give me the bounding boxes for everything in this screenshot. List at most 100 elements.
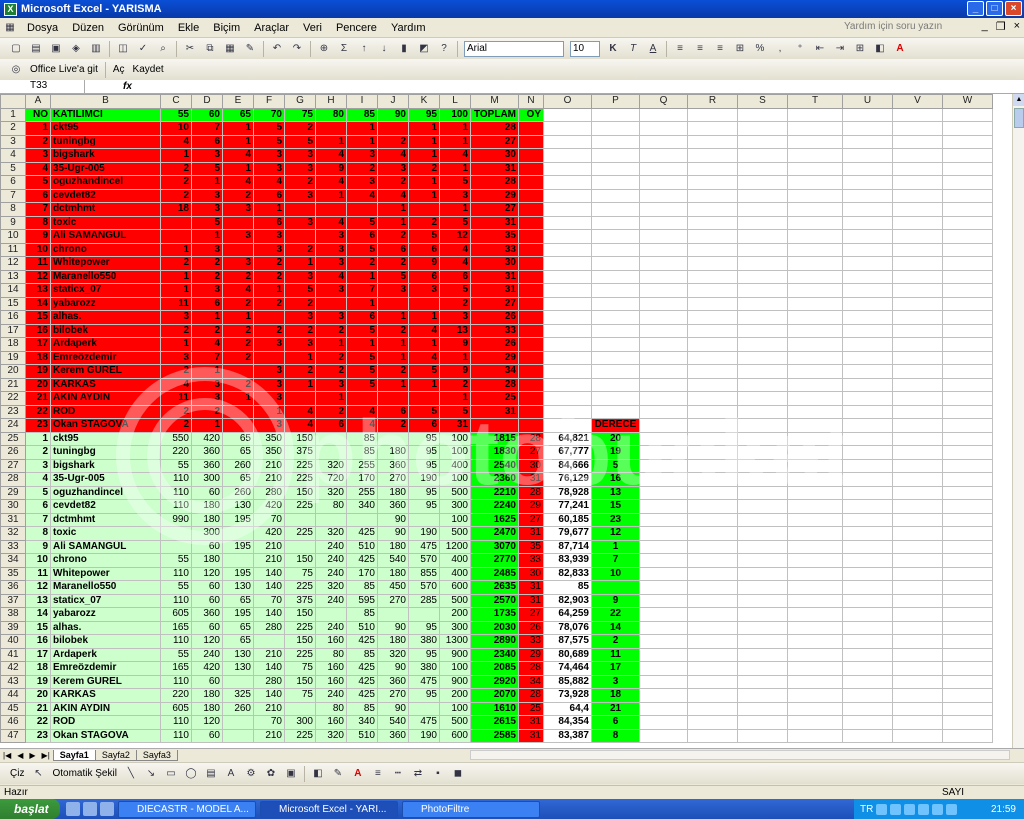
- cell[interactable]: [842, 472, 893, 487]
- cell[interactable]: [518, 337, 544, 352]
- cell[interactable]: 3: [284, 269, 316, 284]
- cell[interactable]: 85: [346, 431, 378, 446]
- cell[interactable]: 20: [591, 431, 640, 446]
- column-header[interactable]: I: [346, 94, 378, 109]
- cell[interactable]: 350: [253, 445, 285, 460]
- cell[interactable]: 5: [346, 215, 378, 230]
- cell[interactable]: [737, 472, 788, 487]
- cell[interactable]: [687, 323, 738, 338]
- row-header[interactable]: 4: [0, 148, 26, 163]
- cell[interactable]: 210: [253, 472, 285, 487]
- cell[interactable]: [591, 364, 640, 379]
- cell[interactable]: [687, 296, 738, 311]
- cell[interactable]: [737, 134, 788, 149]
- cell[interactable]: 210: [253, 701, 285, 716]
- menu-veri[interactable]: Veri: [296, 22, 329, 34]
- cell[interactable]: 31: [518, 526, 544, 541]
- cell[interactable]: 1: [315, 134, 347, 149]
- cell[interactable]: 85: [346, 647, 378, 662]
- cell[interactable]: cevdet82: [50, 188, 161, 203]
- cell[interactable]: 80: [315, 647, 347, 662]
- cell[interactable]: 4: [377, 148, 409, 163]
- cell[interactable]: [787, 485, 843, 500]
- cell[interactable]: 1: [377, 310, 409, 325]
- cell[interactable]: 33: [470, 242, 519, 257]
- cell[interactable]: 3: [191, 188, 223, 203]
- cell[interactable]: [842, 283, 893, 298]
- cell[interactable]: 9: [439, 337, 471, 352]
- cell[interactable]: [737, 593, 788, 608]
- cell[interactable]: 140: [253, 607, 285, 622]
- cell[interactable]: 1: [160, 283, 192, 298]
- cell[interactable]: [842, 715, 893, 730]
- cell[interactable]: 35: [518, 539, 544, 554]
- cell[interactable]: [787, 593, 843, 608]
- cell[interactable]: [842, 674, 893, 689]
- cell[interactable]: [639, 161, 688, 176]
- cell[interactable]: [942, 188, 993, 203]
- cell[interactable]: 60: [191, 674, 223, 689]
- cell[interactable]: [639, 148, 688, 163]
- cell[interactable]: [787, 310, 843, 325]
- cell[interactable]: 4: [253, 175, 285, 190]
- row-header[interactable]: 1: [0, 107, 26, 122]
- first-sheet-icon[interactable]: |◀: [3, 751, 11, 760]
- cell[interactable]: 4: [439, 256, 471, 271]
- row-header[interactable]: 32: [0, 526, 26, 541]
- cell[interactable]: [892, 445, 943, 460]
- cell[interactable]: 5: [253, 134, 285, 149]
- cell[interactable]: DERECE: [591, 418, 640, 433]
- cell[interactable]: 1: [408, 188, 440, 203]
- cell[interactable]: 220: [160, 445, 192, 460]
- cell[interactable]: [543, 161, 592, 176]
- cell[interactable]: 420: [253, 499, 285, 514]
- cell[interactable]: [687, 134, 738, 149]
- cell[interactable]: ckt95: [50, 121, 161, 136]
- cell[interactable]: Emreözdemir: [50, 350, 161, 365]
- cell[interactable]: 100: [439, 661, 471, 676]
- cell[interactable]: 78,928: [543, 485, 592, 500]
- cell[interactable]: 27: [470, 134, 519, 149]
- cell[interactable]: [591, 404, 640, 419]
- cell[interactable]: 2: [346, 256, 378, 271]
- cell[interactable]: 200: [439, 688, 471, 703]
- cell[interactable]: 11: [25, 566, 51, 581]
- cell[interactable]: 20: [25, 377, 51, 392]
- cell[interactable]: [842, 364, 893, 379]
- cell[interactable]: [408, 607, 440, 622]
- cell[interactable]: 5: [591, 458, 640, 473]
- cell[interactable]: [737, 715, 788, 730]
- cell[interactable]: 210: [253, 728, 285, 743]
- row-header[interactable]: 30: [0, 499, 26, 514]
- cell[interactable]: 1: [222, 121, 254, 136]
- cell[interactable]: 400: [439, 553, 471, 568]
- column-header[interactable]: K: [408, 94, 440, 109]
- cell[interactable]: 140: [253, 661, 285, 676]
- cell[interactable]: 425: [346, 688, 378, 703]
- cell[interactable]: [842, 620, 893, 635]
- cell[interactable]: [787, 647, 843, 662]
- cell[interactable]: 360: [377, 499, 409, 514]
- cell[interactable]: 2: [284, 323, 316, 338]
- cell[interactable]: oguzhandincel: [50, 485, 161, 500]
- cell[interactable]: OY: [518, 107, 544, 122]
- wordart-icon[interactable]: A: [223, 767, 239, 781]
- task-excel[interactable]: Microsoft Excel - YARI...: [260, 800, 398, 818]
- cell[interactable]: 60: [191, 107, 223, 122]
- spreadsheet-grid[interactable]: ABCDEFGHIJKLMNOPQRSTUVW 1 NO KATILIMCI 55 60…: [0, 94, 1012, 748]
- cell[interactable]: Kerem GÜREL: [50, 364, 161, 379]
- cell[interactable]: [687, 148, 738, 163]
- cell[interactable]: Okan STAGOVA: [50, 418, 161, 433]
- cell[interactable]: [737, 607, 788, 622]
- cell[interactable]: [942, 134, 993, 149]
- cell[interactable]: 500: [439, 593, 471, 608]
- undo-icon[interactable]: ↶: [269, 42, 285, 56]
- cell[interactable]: 6: [315, 418, 347, 433]
- cell[interactable]: [892, 269, 943, 284]
- cell[interactable]: [315, 445, 347, 460]
- cell[interactable]: 2: [222, 377, 254, 392]
- cell[interactable]: 375: [284, 445, 316, 460]
- cell[interactable]: 285: [408, 593, 440, 608]
- cell[interactable]: 150: [284, 674, 316, 689]
- cell[interactable]: 83,387: [543, 728, 592, 743]
